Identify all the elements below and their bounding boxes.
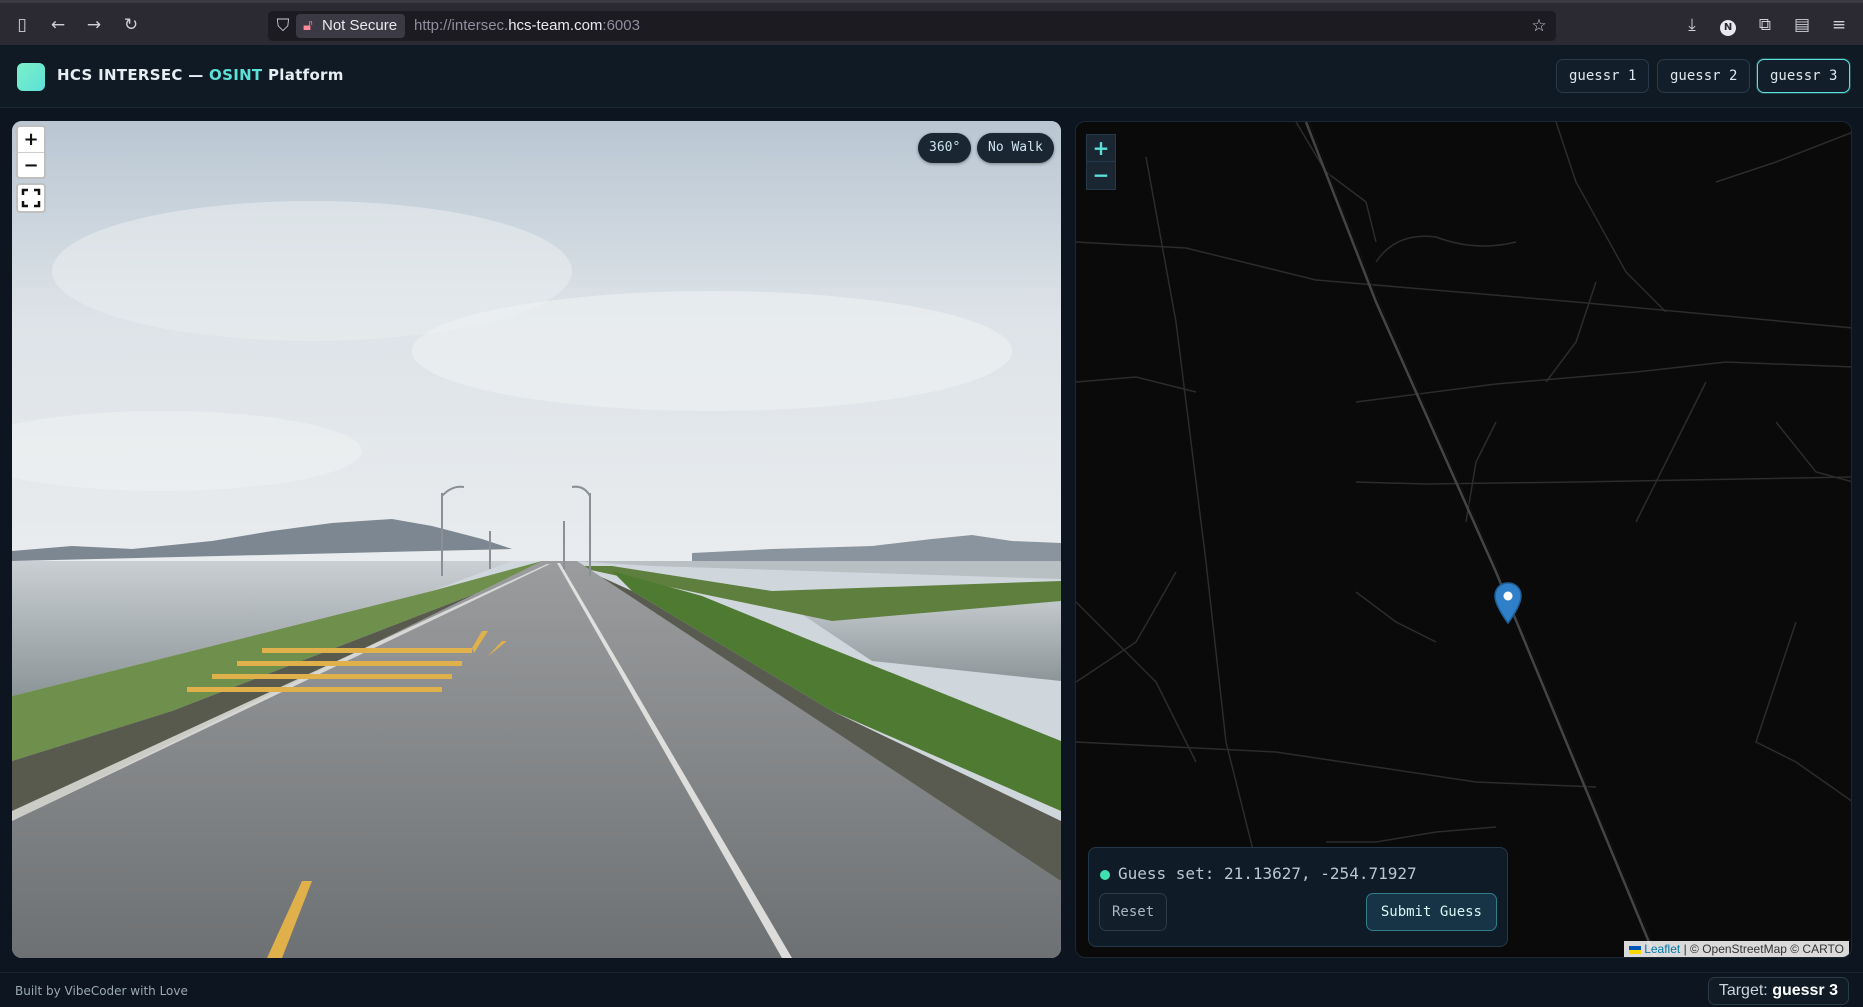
browser-toolbar: ▯ ← → ↻ ⛉ 🔓︎ Not Secure http://intersec.… [0,0,1863,45]
status-dot [1100,870,1110,880]
panorama-zoom-out-button[interactable]: − [18,152,44,177]
leaflet-link[interactable]: Leaflet [1644,942,1680,956]
map-zoom-in-button[interactable]: + [1086,134,1116,162]
tab-guessr-2[interactable]: guessr 2 [1657,59,1751,93]
panorama-zoom-control: + − [16,125,46,179]
back-arrow-icon[interactable]: ← [47,14,69,36]
download-icon[interactable]: ⤓ [1681,14,1703,36]
app-header: HCS INTERSEC — OSINT Platform guessr 1 g… [0,45,1863,108]
panorama-image[interactable] [12,121,1061,958]
fullscreen-button[interactable] [16,183,46,213]
reload-icon[interactable]: ↻ [120,14,142,36]
url-host: hcs-team.com [508,17,603,34]
guess-map[interactable]: + − Guess set: 21.13627, -254.71927 Rese… [1075,121,1852,958]
fullscreen-icon [21,188,41,208]
url-port: :6003 [602,17,640,34]
brand-tail: Platform [262,66,344,84]
map-pin-icon[interactable] [1494,582,1522,624]
attribution-text: | © OpenStreetMap © CARTO [1680,942,1844,956]
target-value: guessr 3 [1772,982,1838,999]
street-view-panorama[interactable]: + − 360° No Walk [12,121,1061,958]
url-text[interactable]: http://intersec.hcs-team.com:6003 [414,11,640,41]
guess-coordinates: Guess set: 21.13627, -254.71927 [1118,864,1417,883]
reader-view-icon[interactable]: ▤ [1791,14,1813,36]
target-badge: Target: guessr 3 [1707,977,1849,1005]
not-secure-badge[interactable]: 🔓︎ Not Secure [296,14,406,38]
brand-main: HCS INTERSEC — [57,66,210,84]
built-by-text: Built by VibeCoder with Love [15,984,188,998]
security-label: Not Secure [322,17,398,34]
menu-icon[interactable]: ≡ [1828,14,1850,36]
footer: Built by VibeCoder with Love Target: gue… [0,972,1863,1007]
sidebar-toggle-icon[interactable]: ▯ [11,14,33,36]
panorama-zoom-in-button[interactable]: + [18,127,44,152]
target-label: Target: [1718,982,1773,999]
app-logo [17,63,45,91]
submit-guess-button[interactable]: Submit Guess [1365,893,1497,931]
brand-title: HCS INTERSEC — OSINT Platform [57,66,344,84]
account-icon[interactable]: N [1717,14,1739,36]
map-zoom-control: + − [1086,134,1116,190]
bookmark-star-icon[interactable]: ☆ [1528,15,1550,37]
reset-button[interactable]: Reset [1099,893,1168,931]
shield-icon[interactable]: ⛉ [272,15,294,37]
map-tiles[interactable] [1076,122,1852,958]
lock-slash-icon: 🔓︎ [303,17,313,34]
ukraine-flag-icon [1628,945,1641,954]
url-prefix: http://intersec. [414,17,509,34]
map-zoom-out-button[interactable]: − [1086,162,1116,190]
no-walk-badge[interactable]: No Walk [977,133,1054,163]
forward-arrow-icon[interactable]: → [83,14,105,36]
guess-panel: Guess set: 21.13627, -254.71927 Reset Su… [1088,847,1508,947]
brand-accent: OSINT [209,66,263,84]
map-attribution: Leaflet | © OpenStreetMap © CARTO [1623,941,1849,957]
view-360-badge[interactable]: 360° [918,133,972,163]
tab-guessr-3[interactable]: guessr 3 [1757,59,1851,93]
address-bar[interactable]: ⛉ 🔓︎ Not Secure http://intersec.hcs-team… [268,11,1556,41]
tab-guessr-1[interactable]: guessr 1 [1556,59,1650,93]
extensions-icon[interactable]: ⧉ [1754,14,1776,36]
